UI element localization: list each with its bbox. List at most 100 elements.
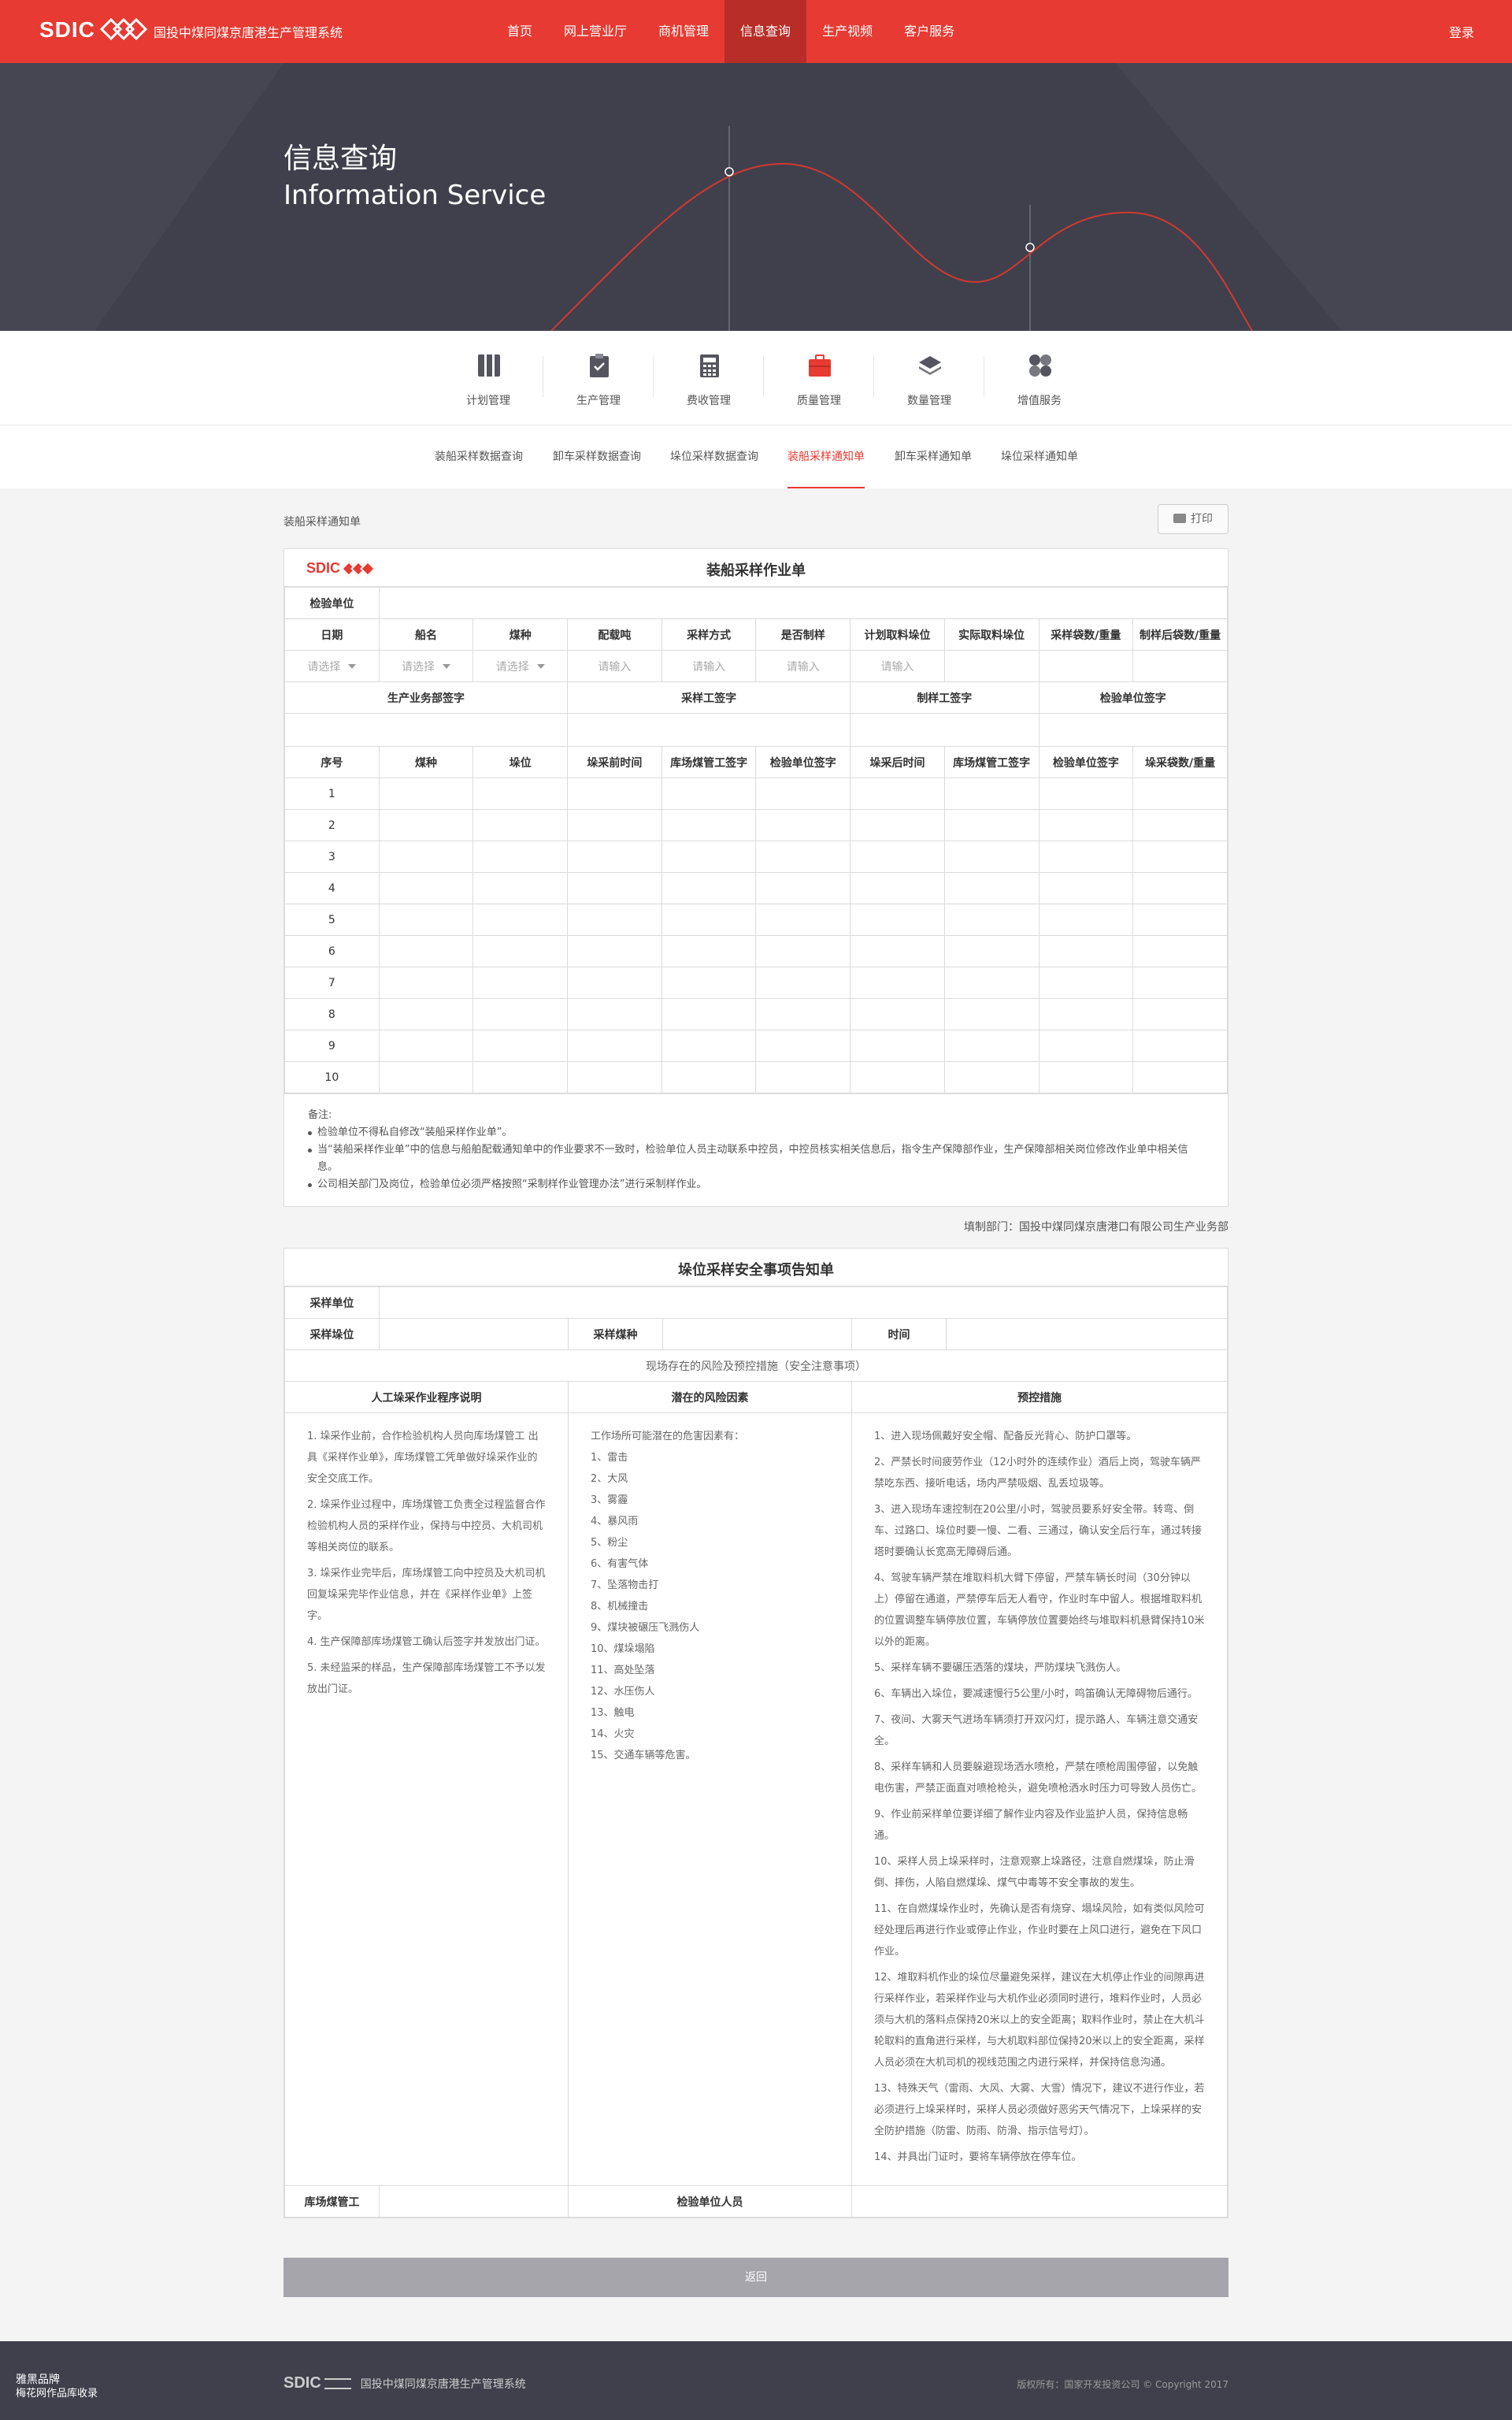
table-cell[interactable]: [755, 841, 851, 873]
table-cell[interactable]: [943, 778, 1040, 810]
module-nav-item[interactable]: 生产管理: [543, 331, 654, 425]
table-cell[interactable]: [850, 1061, 945, 1093]
table-cell[interactable]: [1132, 1030, 1228, 1062]
table-cell[interactable]: [1038, 841, 1134, 873]
table-cell[interactable]: [661, 935, 757, 967]
table-cell[interactable]: [472, 841, 569, 873]
inspector-signature-field[interactable]: [851, 2185, 1228, 2218]
input-field[interactable]: 请输入: [661, 650, 757, 682]
module-nav-item[interactable]: 费收管理: [654, 331, 764, 425]
table-cell[interactable]: [1038, 935, 1134, 967]
sampling-coal-field[interactable]: [662, 1318, 852, 1350]
table-cell[interactable]: [943, 904, 1040, 936]
table-cell[interactable]: [850, 935, 945, 967]
table-cell[interactable]: [755, 967, 851, 999]
table-cell[interactable]: [567, 935, 662, 967]
table-cell[interactable]: [755, 1030, 851, 1062]
nav-item[interactable]: 网上营业厅: [548, 0, 643, 63]
table-cell[interactable]: [755, 935, 851, 967]
keeper-signature-field[interactable]: [379, 2185, 569, 2218]
sub-tab[interactable]: 卸车采样数据查询: [553, 425, 641, 488]
table-cell[interactable]: [1132, 998, 1228, 1030]
table-cell[interactable]: [755, 904, 851, 936]
module-nav-item[interactable]: 质量管理: [764, 331, 874, 425]
table-cell[interactable]: [567, 809, 662, 841]
input-field[interactable]: 请输入: [567, 650, 662, 682]
table-cell[interactable]: [472, 904, 569, 936]
table-cell[interactable]: [472, 778, 569, 810]
sub-tab[interactable]: 装船采样数据查询: [435, 425, 523, 488]
sub-tab[interactable]: 垛位采样数据查询: [670, 425, 758, 488]
sub-tab[interactable]: 垛位采样通知单: [1001, 425, 1078, 488]
table-cell[interactable]: [943, 998, 1040, 1030]
table-cell[interactable]: [1038, 778, 1134, 810]
table-cell[interactable]: [567, 1030, 662, 1062]
select-field[interactable]: 请选择: [472, 650, 569, 682]
table-cell[interactable]: [378, 872, 474, 904]
inspection-unit-field[interactable]: [378, 587, 1228, 619]
module-nav-item[interactable]: 计划管理: [433, 331, 543, 425]
table-cell[interactable]: [1038, 967, 1134, 999]
sub-tab[interactable]: 装船采样通知单: [788, 425, 865, 488]
table-cell[interactable]: [1038, 872, 1134, 904]
table-cell[interactable]: [1038, 998, 1134, 1030]
module-nav-item[interactable]: 数量管理: [874, 331, 984, 425]
sdic-logo[interactable]: SDIC: [39, 16, 161, 44]
table-cell[interactable]: [567, 998, 662, 1030]
nav-item[interactable]: 生产视频: [806, 0, 888, 63]
table-cell[interactable]: [943, 1030, 1040, 1062]
input-field[interactable]: 请输入: [850, 650, 945, 682]
table-cell[interactable]: [1132, 967, 1228, 999]
table-cell[interactable]: [943, 809, 1040, 841]
table-cell[interactable]: [472, 998, 569, 1030]
table-cell[interactable]: [567, 778, 662, 810]
table-cell[interactable]: [661, 1061, 757, 1093]
table-cell[interactable]: [567, 841, 662, 873]
table-cell[interactable]: [472, 967, 569, 999]
table-cell[interactable]: [567, 1061, 662, 1093]
table-cell[interactable]: [378, 998, 474, 1030]
table-cell[interactable]: [661, 904, 757, 936]
table-cell[interactable]: [1132, 809, 1228, 841]
signature-cell[interactable]: [1038, 713, 1228, 747]
nav-item[interactable]: 客户服务: [888, 0, 970, 63]
table-cell[interactable]: [378, 841, 474, 873]
table-cell[interactable]: [755, 778, 851, 810]
login-link[interactable]: 登录: [1449, 22, 1474, 41]
table-cell[interactable]: [850, 778, 945, 810]
table-cell[interactable]: [850, 841, 945, 873]
print-button[interactable]: 打印: [1158, 504, 1228, 534]
table-cell[interactable]: [378, 935, 474, 967]
table-cell[interactable]: [850, 998, 945, 1030]
sampling-unit-field[interactable]: [379, 1286, 1228, 1319]
table-cell[interactable]: [567, 967, 662, 999]
table-cell[interactable]: [1132, 778, 1228, 810]
table-cell[interactable]: [472, 809, 569, 841]
select-field[interactable]: 请选择: [378, 650, 474, 682]
sub-tab[interactable]: 卸车采样通知单: [895, 425, 972, 488]
table-cell[interactable]: [378, 904, 474, 936]
table-cell[interactable]: [1038, 1061, 1134, 1093]
table-cell[interactable]: [755, 809, 851, 841]
input-field[interactable]: 请输入: [755, 650, 851, 682]
table-cell[interactable]: [755, 998, 851, 1030]
nav-item[interactable]: 商机管理: [643, 0, 724, 63]
input-field[interactable]: [943, 650, 1040, 682]
table-cell[interactable]: [378, 809, 474, 841]
table-cell[interactable]: [661, 872, 757, 904]
table-cell[interactable]: [472, 935, 569, 967]
table-cell[interactable]: [1038, 904, 1134, 936]
nav-item[interactable]: 信息查询: [724, 0, 807, 63]
table-cell[interactable]: [378, 1061, 474, 1093]
back-button[interactable]: 返回: [284, 2258, 1228, 2297]
select-field[interactable]: 请选择: [284, 650, 380, 682]
nav-item[interactable]: 首页: [491, 0, 548, 63]
table-cell[interactable]: [472, 872, 569, 904]
signature-cell[interactable]: [850, 713, 1040, 747]
table-cell[interactable]: [943, 967, 1040, 999]
select-control[interactable]: 请选择: [476, 659, 564, 674]
table-cell[interactable]: [943, 935, 1040, 967]
table-cell[interactable]: [661, 967, 757, 999]
table-cell[interactable]: [850, 967, 945, 999]
table-cell[interactable]: [1132, 841, 1228, 873]
